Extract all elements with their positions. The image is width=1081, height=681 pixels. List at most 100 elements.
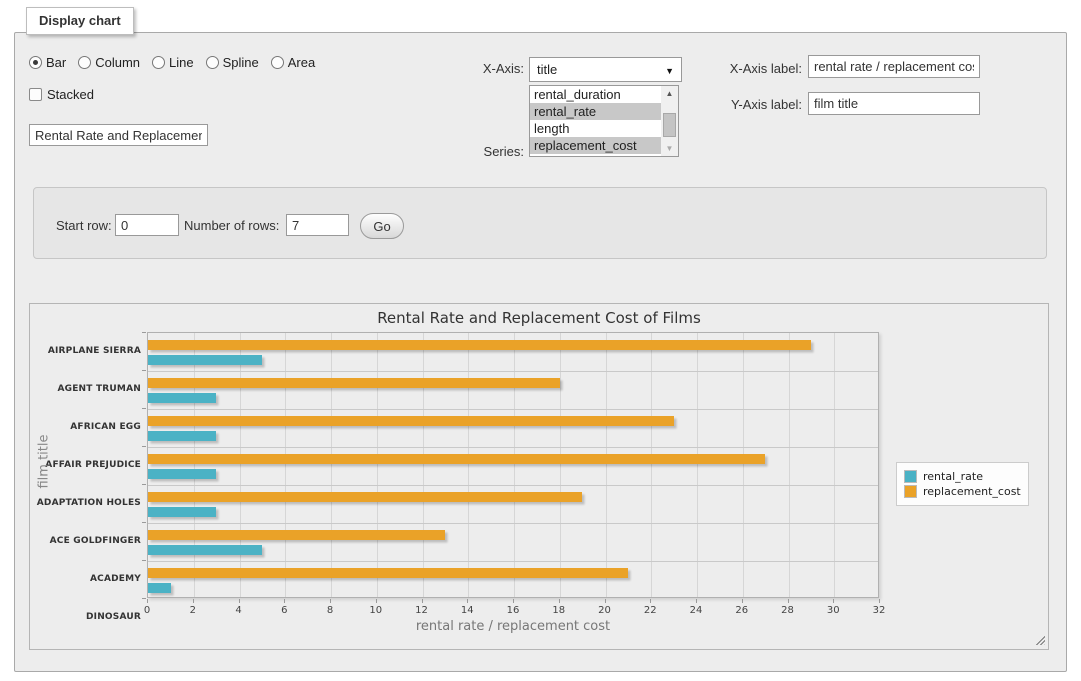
rows-panel: Start row: Number of rows: Go xyxy=(33,187,1047,259)
gridline-vertical xyxy=(194,333,195,597)
bar-replacement_cost-0 xyxy=(148,340,811,350)
chart-type-option-spline: Spline xyxy=(206,55,259,70)
gridline-vertical xyxy=(834,333,835,597)
x-tick-label: 4 xyxy=(224,605,254,616)
x-axis-select-label: X-Axis: xyxy=(420,61,524,76)
x-tick-label: 12 xyxy=(407,605,437,616)
gridline-horizontal xyxy=(148,561,878,562)
x-axis-select[interactable]: title ▼ xyxy=(529,57,682,82)
gridline-vertical xyxy=(606,333,607,597)
stacked-checkbox[interactable] xyxy=(29,88,42,101)
legend-label-replacement_cost: replacement_cost xyxy=(923,485,1021,498)
bar-replacement_cost-2 xyxy=(148,416,674,426)
chart-type-label: Column xyxy=(95,55,140,70)
series-option-length[interactable]: length xyxy=(530,120,662,137)
gridline-vertical xyxy=(651,333,652,597)
chart-type-option-line: Line xyxy=(152,55,194,70)
x-tick-mark xyxy=(650,599,651,603)
x-tick-mark xyxy=(742,599,743,603)
y-tick-mark xyxy=(142,332,146,333)
gridline-vertical xyxy=(331,333,332,597)
y-category-label: ACADEMY DINOSAUR xyxy=(36,560,141,598)
chart-type-radio-spline[interactable] xyxy=(206,56,219,69)
series-option-rental_duration[interactable]: rental_duration xyxy=(530,86,662,103)
y-tick-mark xyxy=(142,446,146,447)
y-axis-title: film title xyxy=(37,412,52,512)
x-tick-label: 6 xyxy=(269,605,299,616)
chevron-down-icon: ▼ xyxy=(665,66,674,76)
x-tick-mark xyxy=(513,599,514,603)
gridline-vertical xyxy=(697,333,698,597)
go-button[interactable]: Go xyxy=(360,213,404,239)
y-tick-mark xyxy=(142,370,146,371)
series-option-rental_rate[interactable]: rental_rate xyxy=(530,103,662,120)
chart-type-radio-area[interactable] xyxy=(271,56,284,69)
gridline-vertical xyxy=(377,333,378,597)
start-row-label: Start row: xyxy=(56,218,112,233)
chart-type-radio-line[interactable] xyxy=(152,56,165,69)
chart-type-option-bar: Bar xyxy=(29,55,66,70)
legend-item-replacement_cost: replacement_cost xyxy=(904,485,1021,498)
x-tick-mark xyxy=(696,599,697,603)
bar-rental_rate-5 xyxy=(148,545,262,555)
x-tick-label: 18 xyxy=(544,605,574,616)
x-tick-label: 28 xyxy=(773,605,803,616)
chart-type-label: Bar xyxy=(46,55,66,70)
x-tick-label: 20 xyxy=(590,605,620,616)
legend-item-rental_rate: rental_rate xyxy=(904,470,1021,483)
bar-rental_rate-3 xyxy=(148,469,216,479)
series-scrollbar[interactable]: ▲ ▼ xyxy=(661,86,678,156)
x-tick-mark xyxy=(879,599,880,603)
bar-rental_rate-0 xyxy=(148,355,262,365)
bar-rental_rate-1 xyxy=(148,393,216,403)
gridline-horizontal xyxy=(148,409,878,410)
series-multiselect[interactable]: rental_durationrental_ratelengthreplacem… xyxy=(529,85,679,157)
x-tick-mark xyxy=(284,599,285,603)
chart-title-input[interactable] xyxy=(29,124,208,146)
gridline-vertical xyxy=(240,333,241,597)
x-axis-title: rental rate / replacement cost xyxy=(147,619,879,634)
chart-type-label: Line xyxy=(169,55,194,70)
x-tick-mark xyxy=(330,599,331,603)
bar-replacement_cost-1 xyxy=(148,378,560,388)
x-tick-label: 16 xyxy=(498,605,528,616)
scroll-down-icon[interactable]: ▼ xyxy=(661,141,678,156)
y-tick-mark xyxy=(142,408,146,409)
x-tick-mark xyxy=(147,599,148,603)
x-tick-mark xyxy=(422,599,423,603)
y-category-label: AIRPLANE SIERRA xyxy=(36,332,141,370)
gridline-vertical xyxy=(789,333,790,597)
y-axis-label-field-label: Y-Axis label: xyxy=(698,97,802,112)
x-axis-label-input[interactable] xyxy=(808,55,980,78)
chart-type-radio-bar[interactable] xyxy=(29,56,42,69)
y-category-label: ACE GOLDFINGER xyxy=(36,522,141,560)
chart-plot-area xyxy=(147,332,879,598)
number-of-rows-input[interactable] xyxy=(286,214,349,236)
x-tick-label: 2 xyxy=(178,605,208,616)
x-tick-label: 10 xyxy=(361,605,391,616)
chart-type-radio-column[interactable] xyxy=(78,56,91,69)
x-tick-label: 30 xyxy=(818,605,848,616)
resize-handle-icon[interactable] xyxy=(1034,634,1045,645)
chart-container: Rental Rate and Replacement Cost of Film… xyxy=(29,303,1049,650)
chart-type-option-column: Column xyxy=(78,55,140,70)
x-tick-mark xyxy=(467,599,468,603)
series-options: rental_durationrental_ratelengthreplacem… xyxy=(530,86,678,154)
y-axis-label-input[interactable] xyxy=(808,92,980,115)
x-tick-label: 22 xyxy=(635,605,665,616)
y-category-label: ADAPTATION HOLES xyxy=(36,484,141,522)
chart-legend: rental_rate replacement_cost xyxy=(896,462,1029,506)
scrollbar-thumb[interactable] xyxy=(663,113,676,137)
x-tick-label: 26 xyxy=(727,605,757,616)
bar-rental_rate-2 xyxy=(148,431,216,441)
stacked-row: Stacked xyxy=(29,87,94,102)
scroll-up-icon[interactable]: ▲ xyxy=(661,86,678,101)
x-tick-mark xyxy=(559,599,560,603)
legend-swatch-replacement_cost xyxy=(904,485,917,498)
legend-label-rental_rate: rental_rate xyxy=(923,470,983,483)
x-tick-mark xyxy=(376,599,377,603)
start-row-input[interactable] xyxy=(115,214,179,236)
series-select-label: Series: xyxy=(420,144,524,159)
series-option-replacement_cost[interactable]: replacement_cost xyxy=(530,137,662,154)
x-tick-label: 32 xyxy=(864,605,894,616)
